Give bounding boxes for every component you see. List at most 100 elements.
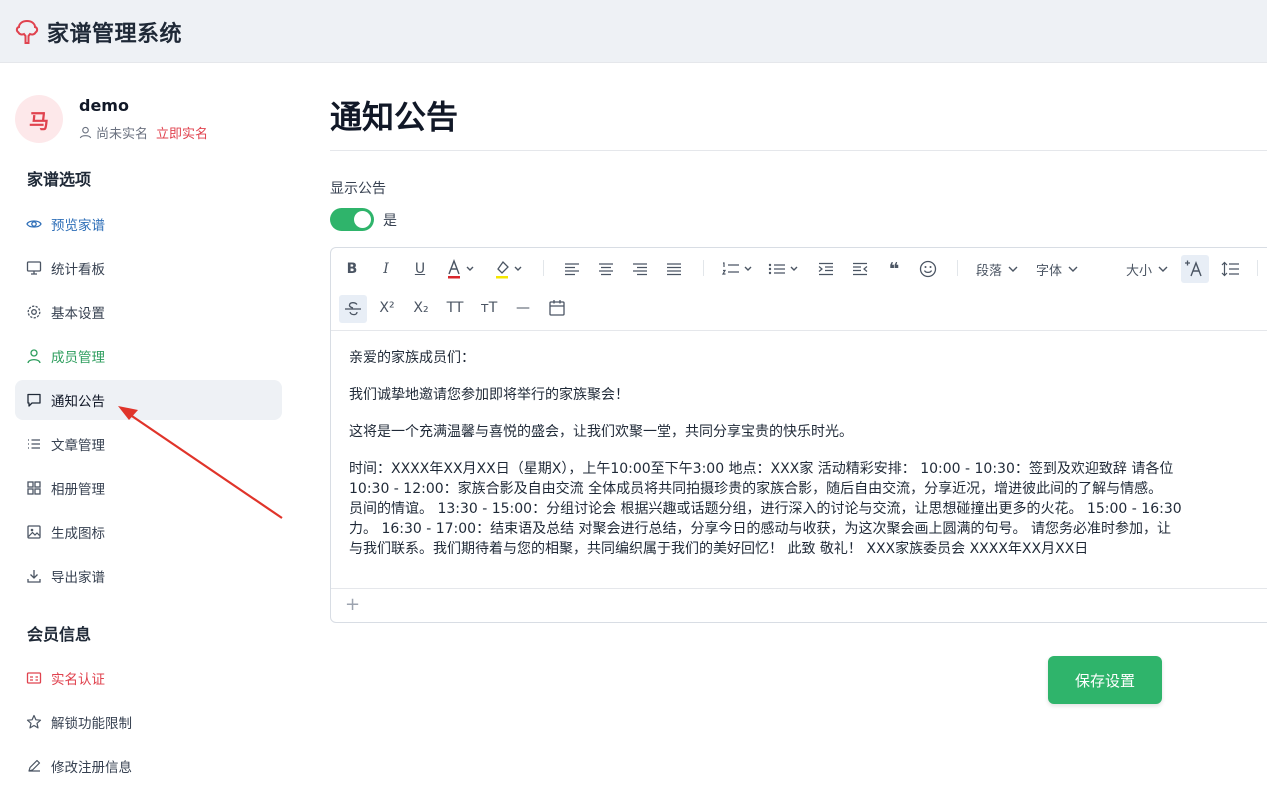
ordered-list-icon (721, 262, 752, 275)
sidebar-item-label: 预览家谱 (51, 218, 105, 234)
chevron-down-icon (1008, 266, 1018, 272)
sidebar-item-basic-settings[interactable]: 基本设置 (15, 292, 282, 332)
top-bar: 家谱管理系统 (0, 0, 1267, 63)
chevron-down-icon (1068, 266, 1078, 272)
image-icon (25, 523, 43, 541)
align-right-icon (633, 263, 647, 276)
sidebar-item-statistics[interactable]: 统计看板 (15, 248, 282, 288)
sidebar-item-export[interactable]: 导出家谱 (15, 556, 282, 596)
sidebar-item-label: 成员管理 (51, 350, 105, 366)
font-label: 字体 (1035, 263, 1062, 279)
sidebar-item-label: 实名认证 (51, 672, 105, 688)
toolbar-separator (957, 260, 958, 276)
editor-content[interactable]: 亲爱的家族成员们： 我们诚挚地邀请您参加即将举行的家族聚会！ 这将是一个充满温馨… (349, 348, 1267, 559)
sidebar-item-edit-registration[interactable]: 修改注册信息 (15, 746, 282, 786)
toolbar-separator (1257, 260, 1258, 276)
text-color-button[interactable] (443, 256, 479, 282)
size-label: 大小 (1125, 263, 1152, 279)
ordered-list-button[interactable] (719, 256, 757, 282)
calendar-icon (549, 300, 565, 316)
show-announcement-toggle[interactable] (330, 208, 374, 231)
capitalize-button[interactable]: ᴛT (477, 295, 501, 321)
save-settings-button[interactable]: 保存设置 (1048, 656, 1162, 704)
highlight-color-button[interactable] (491, 256, 527, 282)
emoji-icon (919, 260, 937, 278)
emoji-button[interactable] (917, 256, 939, 282)
strikethrough-button[interactable] (339, 295, 367, 323)
strikethrough-icon (345, 302, 361, 316)
avatar[interactable]: 马 (15, 95, 63, 143)
verify-now-link[interactable]: 立即实名 (156, 123, 208, 142)
highlight-icon (496, 260, 522, 279)
sidebar-item-articles[interactable]: 文章管理 (15, 424, 282, 464)
align-center-button[interactable] (595, 256, 617, 282)
content-paragraph: 我们诚挚地邀请您参加即将举行的家族聚会！ (349, 387, 629, 403)
bold-button[interactable]: B (341, 256, 363, 282)
content-paragraph: 亲爱的家族成员们： (349, 350, 475, 366)
insert-date-button[interactable] (545, 295, 569, 321)
message-icon (25, 391, 43, 409)
paragraph-dropdown[interactable]: 段落 (971, 256, 1025, 282)
italic-button[interactable]: I (375, 256, 397, 282)
tree-logo-icon (15, 19, 39, 44)
sidebar-item-members[interactable]: 成员管理 (15, 336, 282, 376)
superscript-button[interactable]: X² (375, 295, 399, 321)
rich-text-editor: B I U ❝ 段落 字体 大小 X² X₂ TT ᴛT — 亲爱的家族成员们：… (330, 247, 1267, 623)
content-line: 员间的情谊。 13:30 - 15:00：分组讨论会 根据兴趣或话题分组，进行深… (349, 501, 1182, 517)
align-left-button[interactable] (561, 256, 583, 282)
align-justify-icon (667, 263, 681, 276)
list-icon (25, 435, 43, 453)
blockquote-button[interactable]: ❝ (883, 256, 905, 282)
sidebar-item-announcements[interactable]: 通知公告 (15, 380, 282, 420)
sidebar-item-preview[interactable]: 预览家谱 (15, 204, 282, 244)
sidebar-item-generate-icon[interactable]: 生成图标 (15, 512, 282, 552)
uppercase-button[interactable]: TT (443, 295, 467, 321)
download-icon (25, 567, 43, 585)
sidebar-item-label: 通知公告 (51, 394, 105, 410)
add-block-icon[interactable]: + (345, 594, 360, 615)
sidebar-item-real-name[interactable]: 实名认证 (15, 658, 282, 698)
align-left-icon (565, 263, 579, 276)
content-line: 力。 16:30 - 17:00：结束语及总结 对聚会进行总结，分享今日的感动与… (349, 521, 1171, 537)
toolbar-separator (543, 260, 544, 276)
text-color-icon (448, 259, 474, 279)
subscript-button[interactable]: X₂ (409, 295, 433, 321)
sidebar-item-label: 导出家谱 (51, 570, 105, 586)
toggle-state-text: 是 (383, 213, 397, 229)
sidebar-item-label: 修改注册信息 (51, 760, 132, 776)
line-height-text-button[interactable] (1181, 255, 1209, 283)
section-title-member-info: 会员信息 (27, 625, 92, 644)
align-justify-button[interactable] (663, 256, 685, 282)
sidebar-item-label: 基本设置 (51, 306, 105, 322)
title-divider (330, 150, 1267, 151)
bullet-list-button[interactable] (765, 256, 803, 282)
section-title-family-options: 家谱选项 (27, 170, 92, 189)
align-right-button[interactable] (629, 256, 651, 282)
username: demo (79, 96, 129, 115)
user-icon (25, 347, 43, 365)
gear-icon (25, 303, 43, 321)
sidebar-item-label: 相册管理 (51, 482, 105, 498)
star-icon (25, 713, 43, 731)
align-center-icon (599, 263, 613, 276)
content-paragraph: 这将是一个充满温馨与喜悦的盛会，让我们欢聚一堂，共同分享宝贵的快乐时光。 (349, 424, 853, 440)
font-size-dropdown[interactable]: 大小 (1121, 256, 1175, 282)
horizontal-rule-button[interactable]: — (511, 295, 535, 321)
line-height-button[interactable] (1217, 256, 1243, 282)
eye-icon (25, 215, 43, 233)
sidebar-item-unlock[interactable]: 解锁功能限制 (15, 702, 282, 742)
sidebar-item-label: 解锁功能限制 (51, 716, 132, 732)
indent-button[interactable] (815, 256, 837, 282)
font-dropdown[interactable]: 字体 (1031, 256, 1085, 282)
id-card-icon (25, 669, 43, 687)
sidebar-item-albums[interactable]: 相册管理 (15, 468, 282, 508)
indent-icon (818, 262, 833, 276)
bullet-list-icon (768, 263, 798, 275)
outdent-button[interactable] (849, 256, 871, 282)
toolbar-separator (703, 260, 704, 276)
underline-button[interactable]: U (409, 256, 431, 282)
editor-toolbar: B I U ❝ 段落 字体 大小 X² X₂ TT ᴛT — (331, 248, 1267, 331)
toggle-knob (354, 211, 371, 228)
user-outline-icon (79, 126, 92, 139)
edit-icon (25, 757, 43, 775)
